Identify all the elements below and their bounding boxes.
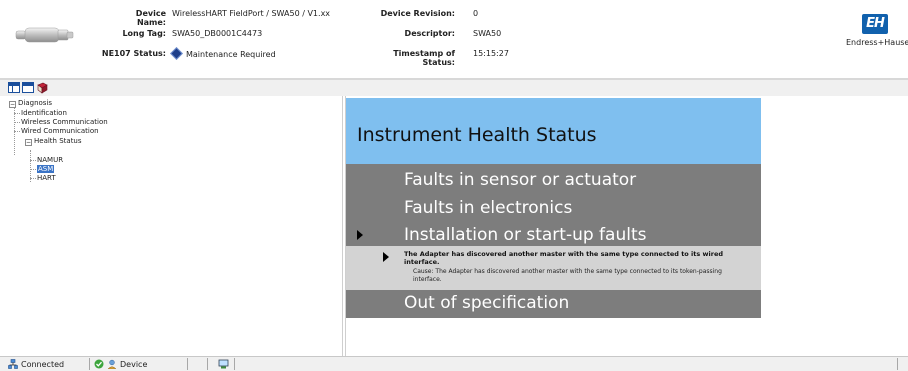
brand-logo: EH bbox=[862, 14, 888, 34]
category-installation-startup[interactable]: Installation or start-up faults bbox=[404, 225, 646, 245]
expanded-arrow-icon bbox=[357, 230, 363, 240]
tree-item-identification[interactable]: Identification bbox=[21, 109, 67, 118]
tree-item-diagnosis[interactable]: − Diagnosis bbox=[9, 99, 52, 108]
connection-status: Connected bbox=[8, 359, 64, 370]
computer-status bbox=[218, 359, 232, 370]
device-status: Device bbox=[94, 359, 147, 370]
tree-item-label: HART bbox=[37, 174, 56, 182]
status-ok-icon bbox=[94, 359, 104, 369]
device-name-value: WirelessHART FieldPort / SWA50 / V1.xx bbox=[172, 9, 331, 18]
collapse-icon[interactable]: − bbox=[25, 139, 32, 146]
device-header: Device Name: WirelessHART FieldPort / SW… bbox=[0, 0, 908, 78]
tree-item-wired-communication[interactable]: Wired Communication bbox=[21, 127, 99, 136]
status-bar: Connected Device bbox=[0, 356, 908, 371]
collapse-icon[interactable]: − bbox=[9, 101, 16, 108]
tree-item-health-status[interactable]: − Health Status bbox=[25, 137, 82, 146]
tree-item-label: Identification bbox=[21, 109, 67, 117]
fault-cause: Cause: The Adapter has discovered anothe… bbox=[413, 268, 722, 283]
brand-name: Endress+Hauser bbox=[846, 38, 908, 47]
category-out-of-specification[interactable]: Out of specification bbox=[404, 293, 569, 313]
window-split-icon[interactable] bbox=[22, 82, 34, 93]
tree-item-namur[interactable]: NAMUR bbox=[37, 156, 63, 165]
device-status-text: Device bbox=[120, 360, 148, 369]
computer-icon bbox=[218, 359, 229, 369]
tree-item-label: Wireless Communication bbox=[21, 118, 108, 126]
tree-item-label: Wired Communication bbox=[21, 127, 99, 135]
tree-item-label: ASM bbox=[37, 165, 55, 173]
book-icon[interactable] bbox=[36, 82, 49, 94]
device-name-label: Device Name: bbox=[135, 9, 166, 27]
fault-message: The Adapter has discovered another maste… bbox=[404, 250, 724, 266]
device-image bbox=[15, 27, 74, 43]
descriptor-value: SWA50 bbox=[473, 29, 502, 38]
maintenance-required-icon bbox=[170, 47, 183, 60]
ne107-status-label: NE107 Status: bbox=[101, 49, 166, 58]
ne107-status-value: Maintenance Required bbox=[170, 47, 276, 60]
timestamp-label: Timestamp of Status: bbox=[393, 49, 455, 67]
tree-item-asm[interactable]: ASM bbox=[37, 165, 55, 174]
tree-item-label: Health Status bbox=[34, 137, 82, 145]
device-revision-label: Device Revision: bbox=[380, 9, 455, 18]
page-title: Instrument Health Status bbox=[357, 124, 597, 146]
connection-status-text: Connected bbox=[21, 360, 65, 369]
tree-item-label: Diagnosis bbox=[18, 99, 53, 107]
category-sensor-actuator[interactable]: Faults in sensor or actuator bbox=[404, 170, 636, 190]
detail-arrow-icon bbox=[383, 252, 389, 262]
tree-item-label: NAMUR bbox=[37, 156, 64, 164]
device-user-icon bbox=[107, 359, 117, 369]
toolbar bbox=[0, 80, 908, 96]
long-tag-value: SWA50_DB0001C4473 bbox=[172, 29, 263, 38]
timestamp-value: 15:15:27 bbox=[473, 49, 509, 58]
descriptor-label: Descriptor: bbox=[404, 29, 455, 38]
tree-item-wireless-communication[interactable]: Wireless Communication bbox=[21, 118, 108, 127]
tree-item-hart[interactable]: HART bbox=[37, 174, 56, 183]
navigation-tree: − Diagnosis Identification Wireless Commu… bbox=[0, 96, 343, 356]
device-revision-value: 0 bbox=[473, 9, 479, 18]
category-electronics[interactable]: Faults in electronics bbox=[404, 198, 572, 218]
long-tag-label: Long Tag: bbox=[122, 29, 166, 38]
network-icon bbox=[8, 359, 18, 369]
window-layout-icon[interactable] bbox=[8, 82, 20, 93]
ne107-status-text: Maintenance Required bbox=[186, 50, 276, 59]
